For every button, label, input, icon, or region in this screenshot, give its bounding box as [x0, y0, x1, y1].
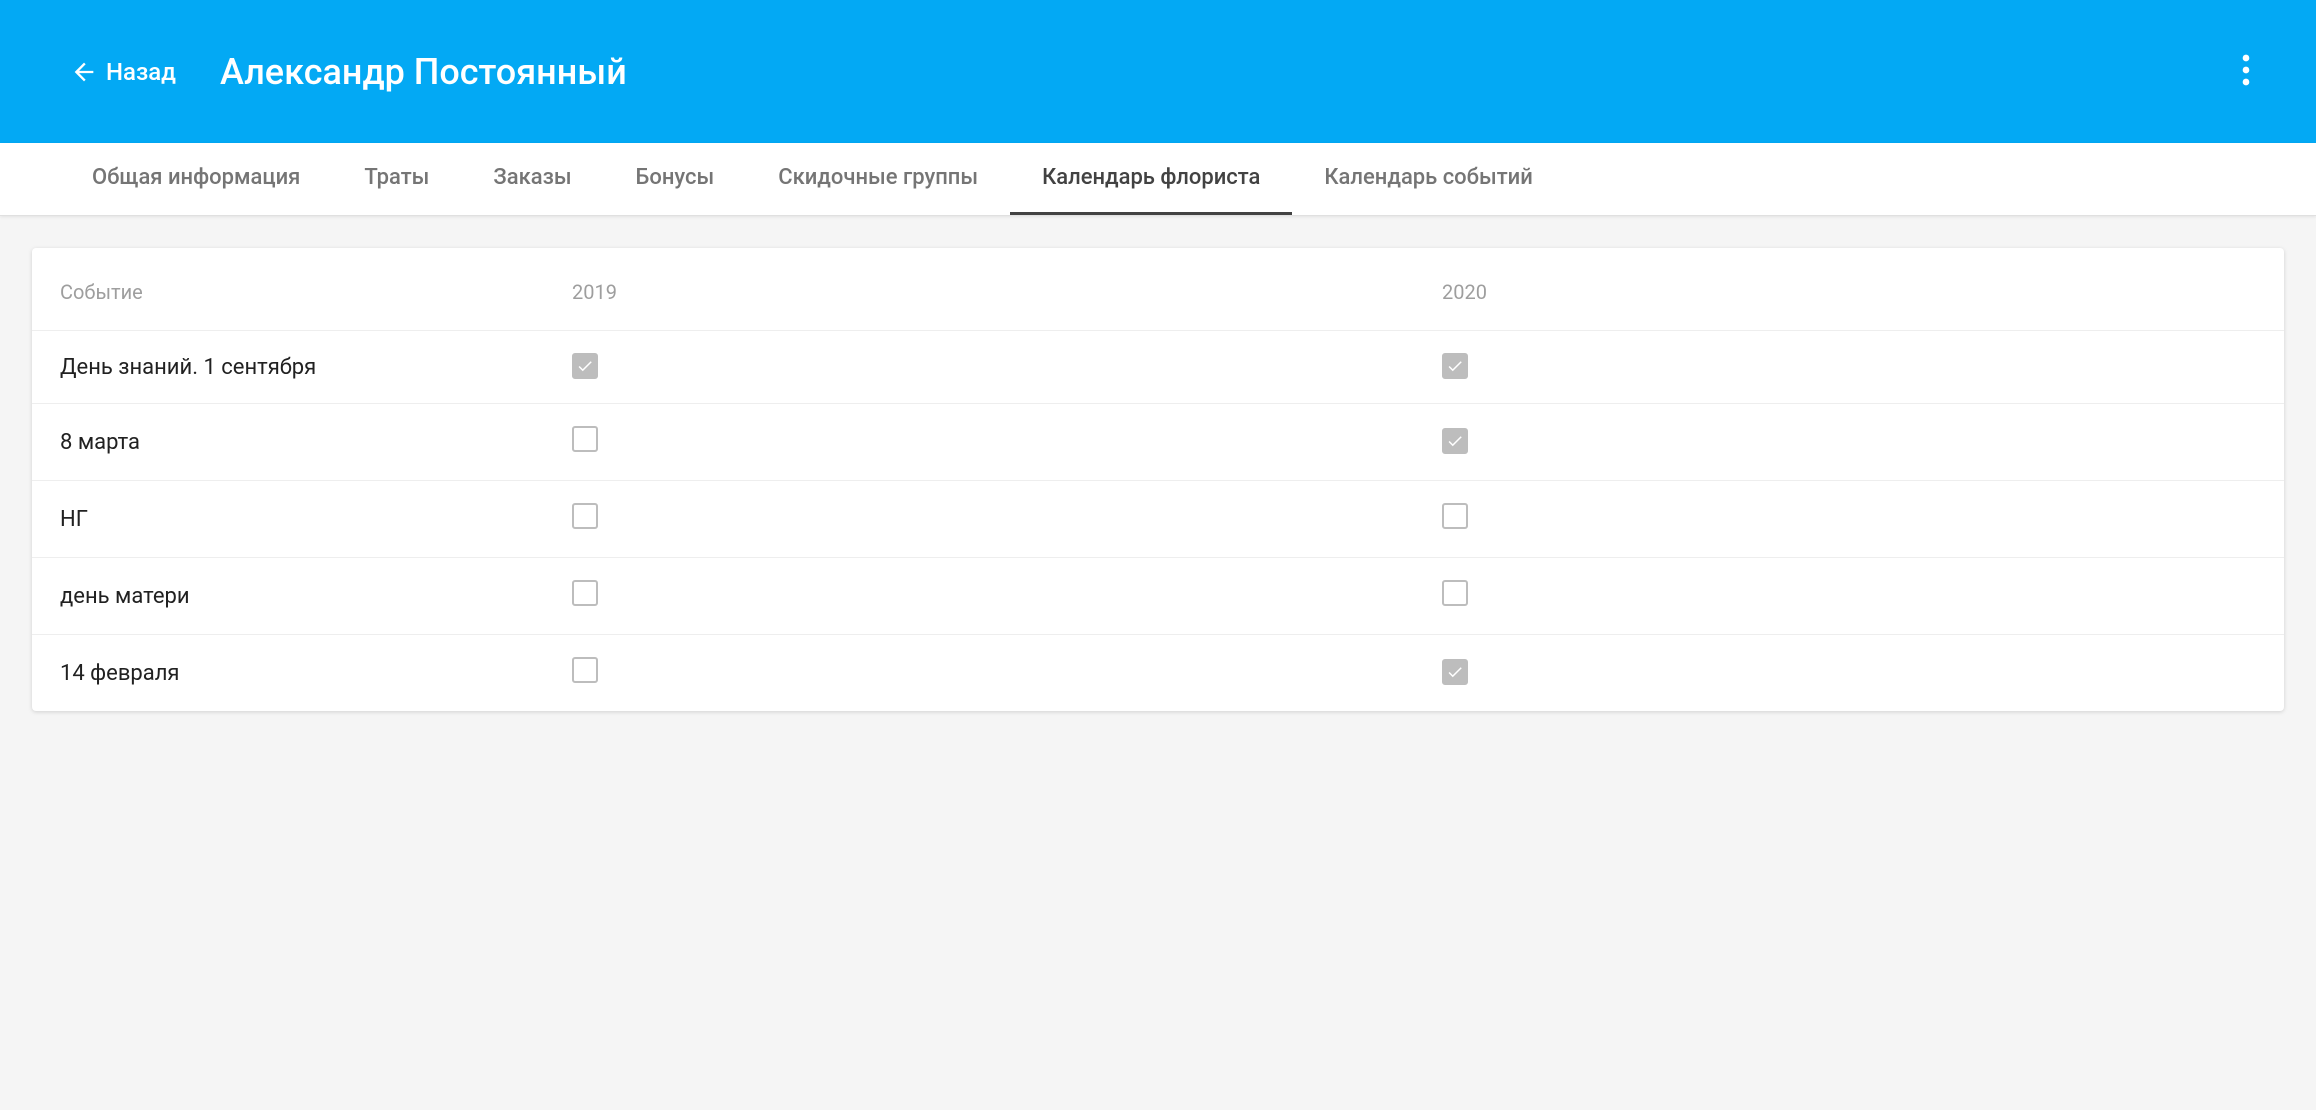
checkbox-2020[interactable] — [1442, 353, 1468, 379]
column-header-event: Событие — [32, 248, 544, 331]
header-left: Назад Александр Постоянный — [70, 51, 627, 93]
year-2020-cell — [1414, 481, 2284, 558]
back-label: Назад — [106, 58, 176, 86]
year-2020-cell — [1414, 635, 2284, 712]
tab-bonuses[interactable]: Бонусы — [604, 143, 747, 215]
checkbox-2020[interactable] — [1442, 580, 1468, 606]
events-card: Событие 2019 2020 День знаний. 1 сентябр… — [32, 248, 2284, 711]
tab-spending[interactable]: Траты — [332, 143, 461, 215]
year-2019-cell — [544, 331, 1414, 404]
table-row: день матери — [32, 558, 2284, 635]
checkbox-2020[interactable] — [1442, 428, 1468, 454]
checkbox-2019[interactable] — [572, 426, 598, 452]
content-area: Событие 2019 2020 День знаний. 1 сентябр… — [0, 216, 2316, 743]
event-name-cell: НГ — [32, 481, 544, 558]
year-2019-cell — [544, 635, 1414, 712]
checkbox-2019[interactable] — [572, 353, 598, 379]
checkbox-2019[interactable] — [572, 503, 598, 529]
table-row: 8 марта — [32, 404, 2284, 481]
table-row: 14 февраля — [32, 635, 2284, 712]
tab-orders[interactable]: Заказы — [461, 143, 603, 215]
back-button[interactable]: Назад — [70, 58, 176, 86]
back-arrow-icon — [70, 58, 98, 86]
checkbox-2020[interactable] — [1442, 503, 1468, 529]
more-menu-button[interactable] — [2226, 52, 2266, 92]
year-2020-cell — [1414, 558, 2284, 635]
year-2019-cell — [544, 404, 1414, 481]
checkbox-2019[interactable] — [572, 580, 598, 606]
events-table: Событие 2019 2020 День знаний. 1 сентябр… — [32, 248, 2284, 711]
page-title: Александр Постоянный — [220, 51, 627, 93]
checkbox-2020[interactable] — [1442, 659, 1468, 685]
checkbox-2019[interactable] — [572, 657, 598, 683]
tab-florist-calendar[interactable]: Календарь флориста — [1010, 143, 1292, 215]
column-header-2019: 2019 — [544, 248, 1414, 331]
tab-general-info[interactable]: Общая информация — [60, 143, 332, 215]
event-name-cell: 8 марта — [32, 404, 544, 481]
event-name-cell: 14 февраля — [32, 635, 544, 712]
table-header-row: Событие 2019 2020 — [32, 248, 2284, 331]
tab-discount-groups[interactable]: Скидочные группы — [746, 143, 1010, 215]
year-2019-cell — [544, 481, 1414, 558]
year-2020-cell — [1414, 404, 2284, 481]
tabs-bar: Общая информация Траты Заказы Бонусы Ски… — [0, 143, 2316, 216]
year-2020-cell — [1414, 331, 2284, 404]
app-header: Назад Александр Постоянный — [0, 0, 2316, 143]
table-row: День знаний. 1 сентября — [32, 331, 2284, 404]
table-row: НГ — [32, 481, 2284, 558]
event-name-cell: День знаний. 1 сентября — [32, 331, 544, 404]
year-2019-cell — [544, 558, 1414, 635]
tab-events-calendar[interactable]: Календарь событий — [1292, 143, 1564, 215]
more-vert-icon — [2242, 54, 2250, 90]
event-name-cell: день матери — [32, 558, 544, 635]
column-header-2020: 2020 — [1414, 248, 2284, 331]
